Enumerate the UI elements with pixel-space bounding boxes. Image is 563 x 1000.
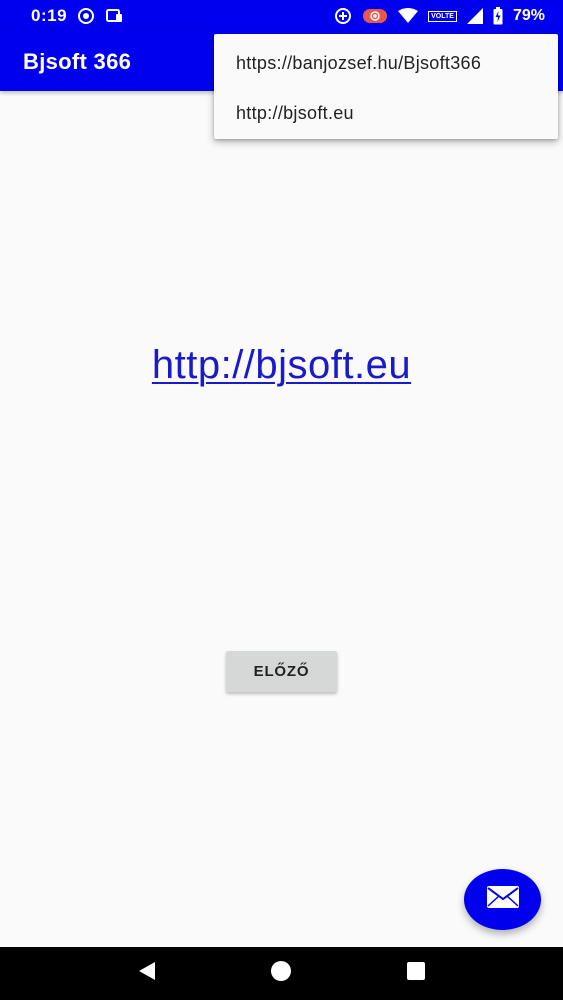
- data-saver-icon: [334, 7, 352, 25]
- signal-icon: [466, 8, 483, 24]
- recents-button[interactable]: [396, 954, 436, 994]
- volte-label: VOLTE: [431, 12, 454, 20]
- status-right: VOLTE 79%: [334, 7, 545, 25]
- battery-percent: 79%: [512, 7, 545, 24]
- previous-button[interactable]: ELŐZŐ: [226, 651, 337, 692]
- recents-icon: [406, 961, 426, 986]
- cast-icon: [105, 7, 123, 25]
- status-bar: 0:19 VOLTE 79%: [0, 0, 563, 32]
- mail-icon: [486, 885, 520, 914]
- status-left: 0:19: [31, 6, 123, 26]
- back-icon: [137, 961, 157, 986]
- menu-item-bjsoft366[interactable]: https://banjozsef.hu/Bjsoft366: [214, 38, 558, 88]
- volte-icon: VOLTE: [428, 10, 457, 22]
- home-button[interactable]: [261, 954, 301, 994]
- screen-record-icon: [77, 7, 95, 25]
- menu-item-bjsoft-eu[interactable]: http://bjsoft.eu: [214, 88, 558, 138]
- record-icon: [362, 7, 388, 25]
- back-button[interactable]: [127, 954, 167, 994]
- wifi-icon: [398, 8, 419, 24]
- status-time: 0:19: [31, 6, 68, 25]
- screen: 0:19 VOLTE 79% Bjsoft 366 https://banjoz…: [0, 0, 563, 1000]
- mail-fab-button[interactable]: [464, 869, 541, 930]
- battery-icon: [493, 7, 503, 25]
- app-title: Bjsoft 366: [23, 48, 132, 74]
- overflow-menu: https://banjozsef.hu/Bjsoft366 http://bj…: [214, 34, 558, 139]
- nav-bar: [0, 947, 563, 1000]
- website-link[interactable]: http://bjsoft.eu: [0, 343, 563, 388]
- home-icon: [270, 960, 292, 987]
